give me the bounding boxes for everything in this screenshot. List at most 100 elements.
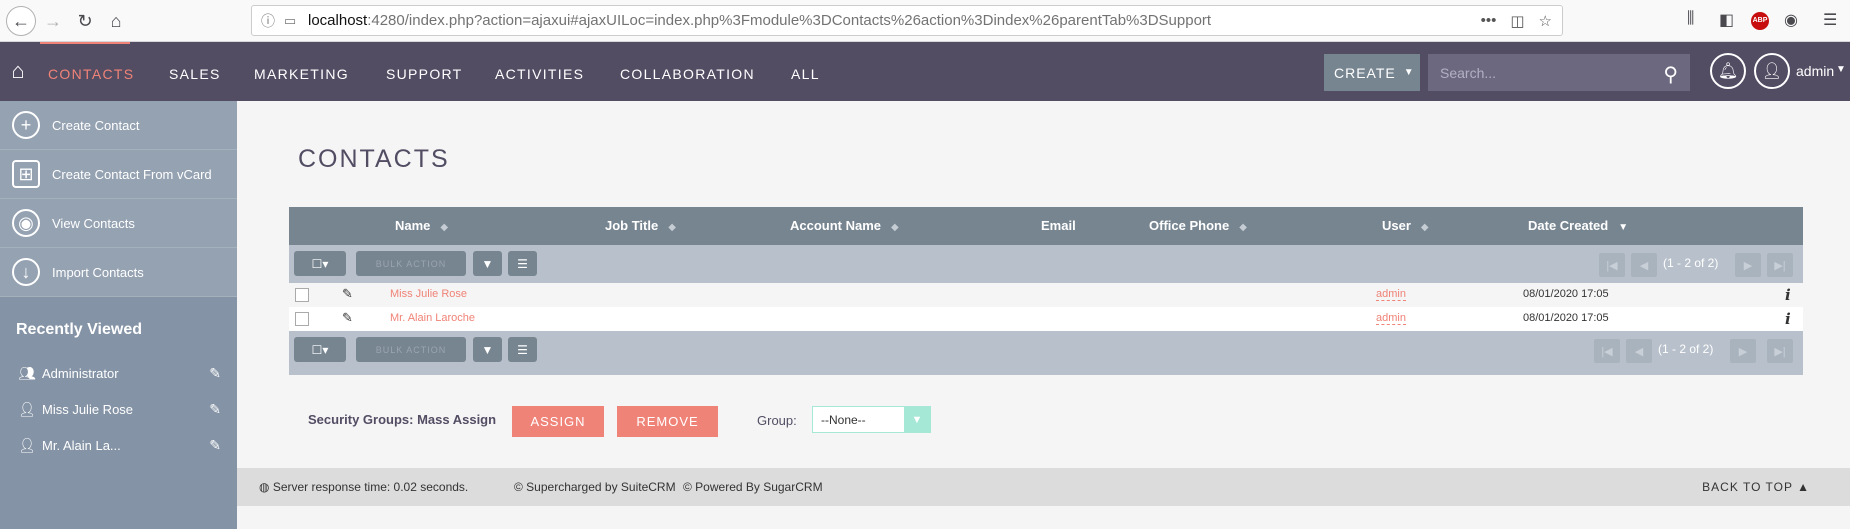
column-chooser-icon[interactable]: ☰ (508, 337, 537, 362)
sugarcrm-link[interactable]: © Powered By SugarCRM (683, 480, 823, 494)
row-checkbox[interactable] (295, 312, 309, 326)
first-page-icon[interactable]: |◀ (1594, 339, 1620, 363)
column-header-name[interactable]: Name ◆ (395, 218, 448, 233)
filter-icon[interactable]: ▼ (473, 337, 502, 362)
first-page-icon[interactable]: |◀ (1599, 253, 1625, 277)
top-navigation: ⌂ CONTACTS SALES MARKETING SUPPORT ACTIV… (0, 42, 1850, 101)
select-all-dropdown[interactable]: ☐▾ (294, 251, 346, 276)
person-icon: 👤︎ (18, 400, 36, 417)
bulk-action-button[interactable]: BULK ACTION (356, 337, 466, 362)
row-checkbox[interactable] (295, 288, 309, 302)
sidebar-view-contacts[interactable]: ◉ View Contacts (0, 199, 237, 248)
back-to-top-link[interactable]: BACK TO TOP ▲ (1702, 480, 1810, 494)
adblock-icon[interactable]: ABP (1751, 12, 1769, 30)
library-icon[interactable]: ⫼ (1687, 10, 1694, 28)
previous-page-icon[interactable]: ◀ (1626, 339, 1652, 363)
pencil-icon[interactable]: ✎ (209, 401, 221, 418)
url-path: :4280/index.php?action=ajaxui#ajaxUILoc=… (367, 12, 1212, 29)
info-icon[interactable]: i (1785, 310, 1791, 328)
column-header-user[interactable]: User ◆ (1382, 218, 1429, 233)
pencil-icon[interactable]: ✎ (342, 286, 353, 302)
recent-item-administrator[interactable]: 👥︎ Administrator ✎ (0, 355, 237, 391)
next-page-icon[interactable]: ▶ (1730, 339, 1756, 363)
column-header-office-phone[interactable]: Office Phone ◆ (1149, 218, 1247, 233)
user-avatar-icon[interactable]: 👤︎ (1754, 53, 1790, 89)
url-text[interactable]: localhost:4280/index.php?action=ajaxui#a… (308, 12, 1481, 29)
sidebar-create-from-vcard[interactable]: ⊞ Create Contact From vCard (0, 150, 237, 199)
nav-collaboration[interactable]: COLLABORATION (620, 66, 755, 82)
nav-activities[interactable]: ACTIVITIES (495, 66, 584, 82)
account-icon[interactable]: ◉ (1784, 10, 1798, 30)
column-label: Date Created (1528, 218, 1609, 233)
url-bar[interactable]: ⓘ ▭ localhost:4280/index.php?action=ajax… (251, 5, 1563, 36)
pencil-icon[interactable]: ✎ (342, 310, 353, 326)
menu-icon[interactable]: ☰ (1823, 10, 1837, 30)
group-select[interactable]: --None-- ▼ (812, 406, 931, 433)
search-input[interactable]: Search... ⚲ (1428, 54, 1690, 91)
column-header-job-title[interactable]: Job Title ◆ (605, 218, 676, 233)
previous-page-icon[interactable]: ◀ (1631, 253, 1657, 277)
caret-down-icon: ▼ (1403, 67, 1415, 78)
more-actions-icon[interactable]: ••• (1481, 12, 1497, 30)
user-name[interactable]: admin (1796, 63, 1834, 79)
nav-support[interactable]: SUPPORT (386, 66, 463, 82)
contact-name-link[interactable]: Miss Julie Rose (390, 288, 467, 300)
sidebar-action-label: Create Contact From vCard (52, 166, 212, 182)
home-icon[interactable]: ⌂ (6, 58, 30, 83)
sort-icon[interactable]: ◆ (1239, 222, 1247, 233)
column-chooser-icon[interactable]: ☰ (508, 251, 537, 276)
create-button[interactable]: CREATE ▼ (1324, 54, 1420, 91)
recent-item-alain-laroche[interactable]: 👤︎ Mr. Alain La... ✎ (0, 427, 237, 463)
bookmark-star-icon[interactable]: ☆ (1539, 12, 1552, 30)
pagination-count: (1 - 2 of 2) (1658, 342, 1714, 356)
nav-sales[interactable]: SALES (169, 66, 221, 82)
recent-item-label: Miss Julie Rose (42, 401, 134, 417)
bulk-action-label: BULK ACTION (375, 258, 447, 269)
search-icon[interactable]: ⚲ (1663, 62, 1678, 87)
forward-arrow-icon[interactable]: → (40, 6, 66, 36)
sidebar-toggle-icon[interactable]: ◧ (1719, 10, 1734, 30)
user-link[interactable]: admin (1376, 288, 1406, 301)
pencil-icon[interactable]: ✎ (209, 437, 221, 454)
sort-icon[interactable]: ◆ (440, 222, 448, 233)
nav-all[interactable]: ALL (791, 66, 820, 82)
browser-home-icon[interactable]: ⌂ (103, 6, 129, 36)
column-header-account-name[interactable]: Account Name ◆ (790, 218, 899, 233)
column-header-email: Email (1041, 218, 1076, 233)
bell-icon[interactable]: 🔔︎ (1710, 53, 1746, 89)
column-label: Job Title (605, 218, 659, 233)
server-response-time: ◍ Server response time: 0.02 seconds. (259, 480, 468, 494)
assign-button[interactable]: ASSIGN (512, 406, 604, 437)
sidebar-create-contact[interactable]: + Create Contact (0, 101, 237, 150)
select-all-dropdown[interactable]: ☐▾ (294, 337, 346, 362)
nav-contacts[interactable]: CONTACTS (48, 66, 134, 82)
sort-desc-icon[interactable]: ▼ (1618, 222, 1628, 233)
user-caret-down-icon[interactable]: ▼ (1836, 64, 1846, 75)
create-label: CREATE (1334, 64, 1396, 81)
sort-icon[interactable]: ◆ (891, 222, 899, 233)
recent-item-julie-rose[interactable]: 👤︎ Miss Julie Rose ✎ (0, 391, 237, 427)
last-page-icon[interactable]: ▶| (1767, 339, 1793, 363)
contact-name-link[interactable]: Mr. Alain Laroche (390, 312, 475, 324)
bulk-action-button[interactable]: BULK ACTION (356, 251, 466, 276)
pencil-icon[interactable]: ✎ (209, 365, 221, 382)
next-page-icon[interactable]: ▶ (1735, 253, 1761, 277)
column-header-date-created[interactable]: Date Created ▼ (1528, 218, 1628, 233)
sort-icon[interactable]: ◆ (668, 222, 676, 233)
info-icon[interactable]: ⓘ (256, 11, 280, 31)
sort-icon[interactable]: ◆ (1421, 222, 1429, 233)
mass-assign-label: Security Groups: Mass Assign (308, 412, 497, 427)
filter-icon[interactable]: ▼ (473, 251, 502, 276)
pocket-icon[interactable]: ◫ (1510, 12, 1524, 30)
user-link[interactable]: admin (1376, 312, 1406, 325)
nav-marketing[interactable]: MARKETING (254, 66, 349, 82)
reload-icon[interactable]: ↻ (72, 6, 98, 36)
remove-button[interactable]: REMOVE (617, 406, 718, 437)
info-icon[interactable]: i (1785, 286, 1791, 304)
suitecrm-link[interactable]: © Supercharged by SuiteCRM (514, 480, 676, 494)
last-page-icon[interactable]: ▶| (1767, 253, 1793, 277)
back-arrow-icon[interactable]: ← (6, 6, 36, 36)
page-footer: ◍ Server response time: 0.02 seconds. © … (237, 468, 1850, 506)
sidebar-import-contacts[interactable]: ↓ Import Contacts (0, 248, 237, 297)
globe-icon: ◍ (259, 480, 270, 494)
